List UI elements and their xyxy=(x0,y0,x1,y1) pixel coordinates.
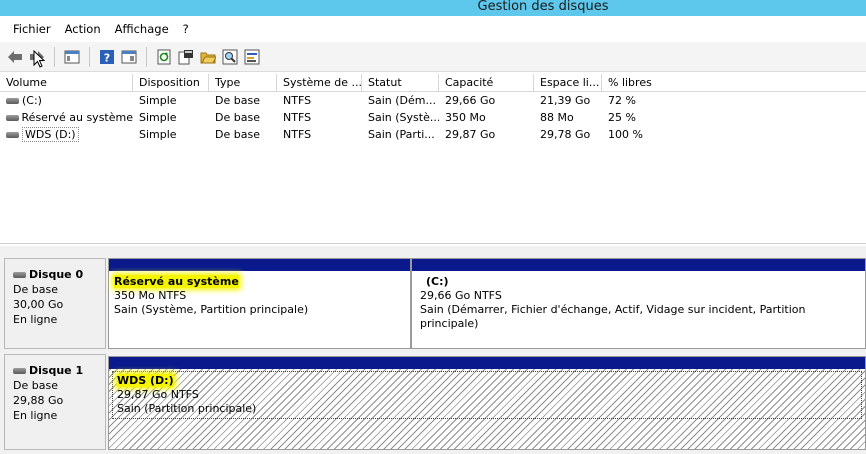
column-header-percent-free[interactable]: % libres xyxy=(602,74,662,91)
menu-action[interactable]: Action xyxy=(58,22,108,36)
disk-size: 30,00 Go xyxy=(13,298,64,311)
title-bar: Gestion des disques xyxy=(0,0,866,16)
toolbar: ? xyxy=(0,42,866,72)
cell-percent-free: 25 % xyxy=(608,111,636,124)
window-title: Gestion des disques xyxy=(477,0,609,14)
disk-1-info[interactable]: Disque 1 De base 29,88 Go En ligne xyxy=(4,354,106,450)
volume-disk-icon xyxy=(6,131,19,138)
cell-disposition: Simple xyxy=(139,111,177,124)
cell-capacity: 29,66 Go xyxy=(445,94,496,107)
disk-state: En ligne xyxy=(13,313,58,326)
partition-status: Sain (Démarrer, Fichier d'échange, Actif… xyxy=(420,303,806,330)
menu-affichage[interactable]: Affichage xyxy=(108,22,176,36)
column-header-free-space[interactable]: Espace li... xyxy=(534,74,602,91)
partition-bar xyxy=(412,259,865,271)
partition-bar xyxy=(109,259,410,271)
partition-status: Sain (Système, Partition principale) xyxy=(114,303,309,316)
cell-capacity: 350 Mo xyxy=(445,111,486,124)
partition-bar xyxy=(109,357,865,369)
console-tree-icon[interactable] xyxy=(63,48,81,66)
cell-type: De base xyxy=(215,94,260,107)
mouse-cursor-icon xyxy=(33,49,46,71)
table-row[interactable]: WDS (D:) Simple De base NTFS Sain (Parti… xyxy=(0,126,866,143)
volume-name: (C:) xyxy=(22,94,42,107)
disk-icon xyxy=(13,367,26,374)
column-header-status[interactable]: Statut xyxy=(362,74,439,91)
partition-status: Sain (Partition principale) xyxy=(117,402,257,415)
menu-fichier[interactable]: Fichier xyxy=(6,22,58,36)
partition-size: 350 Mo NTFS xyxy=(114,289,187,302)
partition-size: 29,87 Go NTFS xyxy=(117,388,199,401)
disk-size: 29,88 Go xyxy=(13,394,64,407)
cell-type: De base xyxy=(215,111,260,124)
properties-icon[interactable] xyxy=(177,48,195,66)
options-icon[interactable] xyxy=(243,48,261,66)
refresh-icon[interactable] xyxy=(155,48,173,66)
disk-type: De base xyxy=(13,283,58,296)
back-arrow-icon[interactable] xyxy=(6,48,24,66)
cell-capacity: 29,87 Go xyxy=(445,128,496,141)
disk-icon xyxy=(13,271,26,278)
cell-type: De base xyxy=(215,128,260,141)
column-header-type[interactable]: Type xyxy=(209,74,277,91)
list-header: Volume Disposition Type Système de ... S… xyxy=(0,74,866,92)
open-folder-icon[interactable] xyxy=(199,48,217,66)
column-header-capacity[interactable]: Capacité xyxy=(439,74,534,91)
toolbar-separator xyxy=(89,46,90,67)
cell-disposition: Simple xyxy=(139,128,177,141)
partition-name: WDS (D:) xyxy=(117,374,174,387)
volume-name: Réservé au système xyxy=(21,111,133,124)
volume-disk-icon xyxy=(6,97,19,104)
search-icon[interactable] xyxy=(221,48,239,66)
menu-bar: Fichier Action Affichage ? xyxy=(0,16,866,42)
cell-status: Sain (Systè... xyxy=(368,111,439,124)
svg-text:?: ? xyxy=(104,51,110,64)
cell-filesystem: NTFS xyxy=(283,94,312,107)
partition-system-reserved[interactable]: Réservé au système 350 Mo NTFS Sain (Sys… xyxy=(108,258,411,349)
column-header-filesystem[interactable]: Système de ... xyxy=(277,74,362,91)
partition-name: Réservé au système xyxy=(114,275,239,288)
partition-name: (C:) xyxy=(426,275,449,288)
column-header-disposition[interactable]: Disposition xyxy=(133,74,209,91)
disk-name: Disque 0 xyxy=(29,268,84,281)
disk-type: De base xyxy=(13,379,58,392)
table-row[interactable]: (C:) Simple De base NTFS Sain (Dém... 29… xyxy=(0,92,866,109)
cell-status: Sain (Dém... xyxy=(368,94,436,107)
cell-status: Sain (Parti... xyxy=(368,128,435,141)
disk-graphical-view: Disque 0 De base 30,00 Go En ligne Réser… xyxy=(0,246,866,454)
toolbar-separator xyxy=(146,46,147,67)
cell-free-space: 29,78 Go xyxy=(540,128,591,141)
partition-c[interactable]: (C:) 29,66 Go NTFS Sain (Démarrer, Fichi… xyxy=(411,258,866,349)
cell-filesystem: NTFS xyxy=(283,111,312,124)
help-icon[interactable]: ? xyxy=(98,48,116,66)
volume-disk-icon xyxy=(6,114,19,121)
disk-state: En ligne xyxy=(13,409,58,422)
cell-free-space: 21,39 Go xyxy=(540,94,591,107)
disk-0-info[interactable]: Disque 0 De base 30,00 Go En ligne xyxy=(4,258,106,349)
table-row[interactable]: Réservé au système Simple De base NTFS S… xyxy=(0,109,866,126)
disk-name: Disque 1 xyxy=(29,364,84,377)
cell-percent-free: 100 % xyxy=(608,128,643,141)
volume-name: WDS (D:) xyxy=(22,127,79,142)
show-hide-icon[interactable] xyxy=(120,48,138,66)
cell-disposition: Simple xyxy=(139,94,177,107)
cell-filesystem: NTFS xyxy=(283,128,312,141)
menu-help[interactable]: ? xyxy=(176,22,196,36)
cell-percent-free: 72 % xyxy=(608,94,636,107)
partition-wds-d[interactable]: WDS (D:) 29,87 Go NTFS Sain (Partition p… xyxy=(108,356,866,450)
toolbar-separator xyxy=(54,46,55,67)
column-header-volume[interactable]: Volume xyxy=(0,74,133,91)
partition-size: 29,66 Go NTFS xyxy=(420,289,502,302)
cell-free-space: 88 Mo xyxy=(540,111,574,124)
volume-list: Volume Disposition Type Système de ... S… xyxy=(0,74,866,244)
